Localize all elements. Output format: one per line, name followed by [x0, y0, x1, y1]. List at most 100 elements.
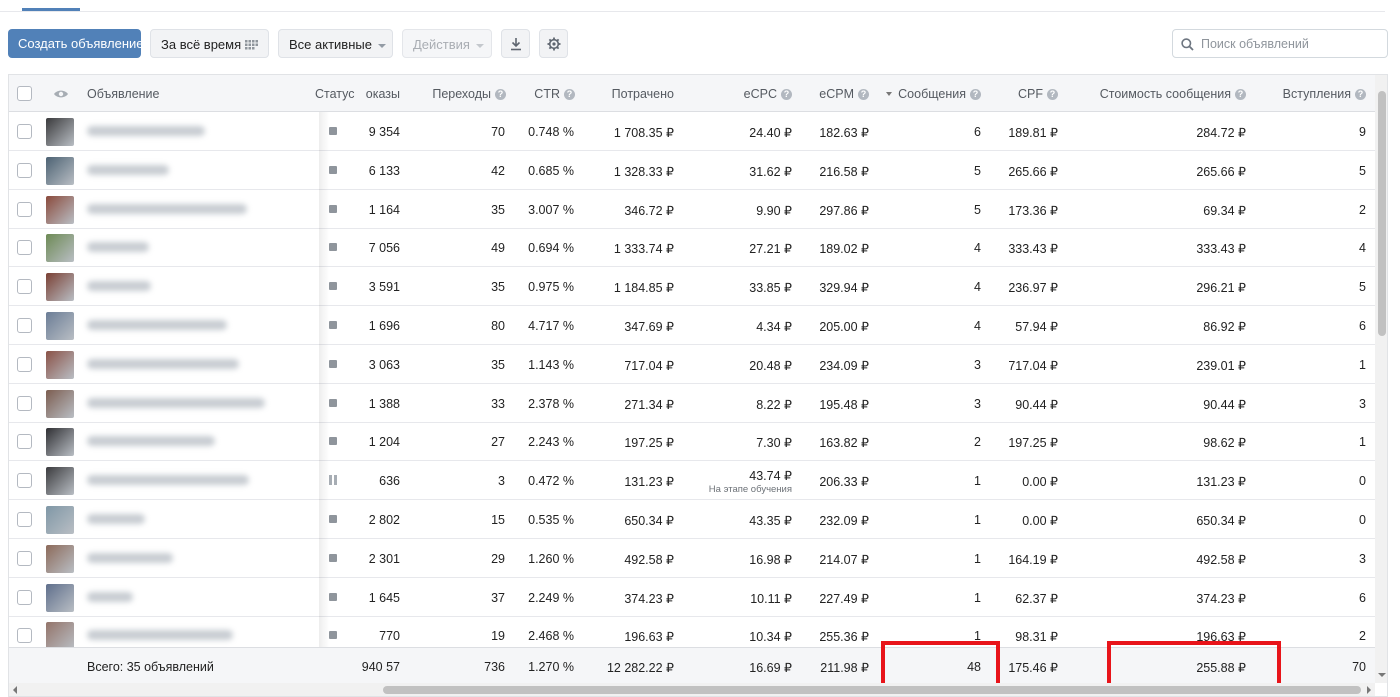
stop-icon[interactable]: [329, 359, 337, 368]
ad-name-link[interactable]: [87, 242, 149, 253]
column-header-ctr[interactable]: CTR?: [514, 87, 575, 101]
stop-icon[interactable]: [329, 398, 337, 407]
column-header-message-cost[interactable]: Стоимость сообщения?: [1079, 87, 1246, 101]
row-checkbox[interactable]: [17, 395, 32, 411]
ad-thumbnail[interactable]: [46, 350, 74, 379]
table-row[interactable]: 2 301 29 1.260 % 492.58 ₽ 16.98 ₽ 214.07 ₽ 1 16…: [9, 539, 1375, 578]
help-icon[interactable]: ?: [781, 89, 792, 100]
ad-thumbnail[interactable]: [46, 234, 74, 263]
ad-thumbnail[interactable]: [46, 156, 74, 185]
ad-name-link[interactable]: [87, 397, 265, 408]
vertical-scrollbar[interactable]: [1375, 75, 1387, 683]
table-row[interactable]: 1 645 37 2.249 % 374.23 ₽ 10.11 ₽ 227.49 ₽ 1 62…: [9, 578, 1375, 617]
table-row[interactable]: 1 388 33 2.378 % 271.34 ₽ 8.22 ₽ 195.48 ₽ 3 90.…: [9, 384, 1375, 423]
ad-name-link[interactable]: [87, 203, 247, 214]
row-checkbox[interactable]: [17, 279, 32, 295]
stop-icon[interactable]: [329, 515, 337, 523]
column-header-clicks[interactable]: Переходы?: [409, 87, 506, 101]
column-header-ecpc[interactable]: eCPC?: [709, 87, 792, 101]
table-row[interactable]: 3 063 35 1.143 % 717.04 ₽ 20.48 ₽ 234.09 ₽ 3 71…: [9, 345, 1375, 384]
scroll-down-arrow-icon[interactable]: [1378, 673, 1386, 677]
help-icon[interactable]: ?: [1355, 89, 1366, 100]
stop-icon[interactable]: [329, 165, 337, 174]
status-filter-dropdown[interactable]: Все активные: [278, 29, 393, 58]
ad-name-link[interactable]: [87, 320, 227, 330]
ad-name-link[interactable]: [87, 126, 205, 136]
table-row[interactable]: 6 133 42 0.685 % 1 328.33 ₽ 31.62 ₽ 216.58 ₽ 5…: [9, 151, 1375, 190]
ad-name-link[interactable]: [87, 475, 249, 486]
table-row[interactable]: 1 204 27 2.243 % 197.25 ₽ 7.30 ₽ 163.82 ₽ 2 197…: [9, 422, 1375, 462]
ad-name-link[interactable]: [87, 514, 145, 524]
row-checkbox[interactable]: [17, 473, 32, 489]
scroll-left-arrow-icon[interactable]: [13, 686, 17, 694]
stop-icon[interactable]: [329, 243, 337, 252]
column-header-impressions[interactable]: оказы: [357, 87, 400, 101]
row-checkbox[interactable]: [17, 434, 32, 450]
row-checkbox[interactable]: [17, 628, 32, 644]
ad-name-link[interactable]: [87, 358, 239, 369]
table-row[interactable]: 3 591 35 0.975 % 1 184.85 ₽ 33.85 ₽ 329.94 ₽ 4…: [9, 267, 1375, 307]
period-select[interactable]: За всё время: [150, 29, 269, 58]
search-box[interactable]: [1172, 29, 1388, 58]
ad-name-link[interactable]: [87, 164, 169, 175]
stop-icon[interactable]: [329, 631, 337, 640]
table-row[interactable]: 1 164 35 3.007 % 346.72 ₽ 9.90 ₽ 297.86 ₽ 5 173…: [9, 190, 1375, 229]
row-checkbox[interactable]: [17, 240, 32, 256]
row-checkbox[interactable]: [17, 356, 32, 372]
column-header-status[interactable]: Статус: [315, 87, 355, 101]
ad-thumbnail[interactable]: [46, 583, 74, 612]
ad-thumbnail[interactable]: [46, 195, 74, 224]
table-row[interactable]: 9 354 70 0.748 % 1 708.35 ₽ 24.40 ₽ 182.63 ₽ 6…: [9, 112, 1375, 151]
stop-icon[interactable]: [329, 282, 337, 291]
ad-thumbnail[interactable]: [46, 273, 74, 302]
column-header-ad[interactable]: Объявление: [87, 87, 160, 101]
ad-thumbnail[interactable]: [46, 467, 74, 496]
stop-icon[interactable]: [329, 437, 337, 446]
actions-dropdown[interactable]: Действия: [402, 29, 492, 58]
help-icon[interactable]: ?: [970, 89, 981, 100]
row-checkbox[interactable]: [17, 318, 32, 333]
pause-icon[interactable]: [329, 475, 337, 486]
row-checkbox[interactable]: [17, 124, 32, 139]
column-header-ecpm[interactable]: eCPM?: [799, 87, 869, 101]
select-all-checkbox[interactable]: [17, 86, 32, 101]
ad-thumbnail[interactable]: [46, 312, 74, 340]
row-checkbox[interactable]: [17, 162, 32, 178]
stop-icon[interactable]: [329, 553, 337, 562]
ad-name-link[interactable]: [87, 591, 133, 602]
row-checkbox[interactable]: [17, 201, 32, 217]
settings-button[interactable]: [539, 29, 568, 58]
stop-icon[interactable]: [329, 321, 337, 329]
vertical-scrollbar-thumb[interactable]: [1378, 91, 1386, 336]
table-row[interactable]: 636 3 0.472 % 131.23 ₽ 43.74 ₽ 206.33 ₽ 1 0.00 …: [9, 461, 1375, 501]
stop-icon[interactable]: [329, 204, 337, 213]
help-icon[interactable]: ?: [1235, 89, 1246, 100]
ad-thumbnail[interactable]: [46, 118, 74, 146]
ad-thumbnail[interactable]: [46, 428, 74, 457]
help-icon[interactable]: ?: [495, 89, 506, 100]
row-checkbox[interactable]: [17, 589, 32, 605]
create-ad-button[interactable]: Создать объявление: [8, 29, 144, 58]
row-checkbox[interactable]: [17, 550, 32, 566]
stop-icon[interactable]: [329, 127, 337, 135]
row-checkbox[interactable]: [17, 512, 32, 527]
table-row[interactable]: 7 056 49 0.694 % 1 333.74 ₽ 27.21 ₽ 189.02 ₽ 4…: [9, 228, 1375, 268]
horizontal-scrollbar-thumb[interactable]: [383, 686, 1361, 694]
table-row[interactable]: 1 696 80 4.717 % 347.69 ₽ 4.34 ₽ 205.00 ₽ 4 57.…: [9, 306, 1375, 345]
help-icon[interactable]: ?: [1047, 89, 1058, 100]
horizontal-scrollbar[interactable]: [9, 683, 1375, 696]
ad-name-link[interactable]: [87, 630, 233, 641]
column-header-messages[interactable]: Сообщения?: [877, 87, 981, 101]
help-icon[interactable]: ?: [858, 89, 869, 100]
ad-name-link[interactable]: [87, 552, 173, 563]
ad-thumbnail[interactable]: [46, 544, 74, 573]
column-header-joins[interactable]: Вступления?: [1264, 87, 1366, 101]
column-header-cpf[interactable]: CPF?: [999, 87, 1058, 101]
column-header-spent[interactable]: Потрачено: [584, 87, 674, 101]
download-button[interactable]: [501, 29, 530, 58]
ad-name-link[interactable]: [87, 281, 151, 292]
table-row[interactable]: 2 802 15 0.535 % 650.34 ₽ 43.35 ₽ 232.09 ₽ 1 0.…: [9, 500, 1375, 539]
ad-thumbnail[interactable]: [46, 506, 74, 534]
eye-icon[interactable]: [53, 89, 69, 99]
help-icon[interactable]: ?: [564, 89, 575, 100]
